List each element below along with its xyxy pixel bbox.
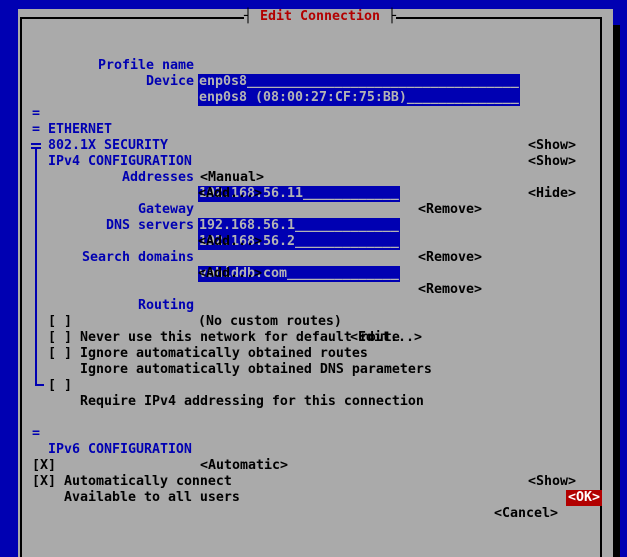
section-ipv4: IPv4 CONFIGURATION <Manual> <Hide> bbox=[0, 138, 627, 154]
device-label: Device bbox=[18, 74, 194, 90]
terminal-screen: ┤ Edit Connection ├ Profile name enp0s8_… bbox=[0, 0, 627, 557]
checkbox-box: [ ] bbox=[48, 346, 72, 362]
dialog-button-row: <Cancel> bbox=[0, 490, 627, 506]
profile-name-row: Profile name enp0s8_____________________… bbox=[0, 42, 627, 58]
cancel-button[interactable]: <Cancel> bbox=[494, 506, 558, 522]
ipv6-show-button[interactable]: <Show> bbox=[528, 474, 576, 490]
addresses-add-row: <Add...> bbox=[0, 170, 627, 186]
addresses-row: Addresses 192.168.56.11____________ <Rem… bbox=[0, 154, 627, 170]
checkbox-automatically-connect[interactable]: [X] Automatically connect bbox=[0, 442, 627, 458]
checkbox-label: Automatically connect bbox=[64, 474, 232, 490]
ok-button[interactable]: <OK> bbox=[566, 490, 602, 506]
checkbox-available-to-all-users[interactable]: [X] Available to all users bbox=[0, 458, 627, 474]
ipv4-section-tree-corner bbox=[35, 384, 44, 386]
checkbox-require-ipv4[interactable]: [ ] Require IPv4 addressing for this con… bbox=[0, 362, 627, 378]
gateway-row: Gateway 192.168.56.1_____________ bbox=[0, 186, 627, 202]
profile-name-input[interactable]: enp0s8__________________________________ bbox=[198, 74, 520, 90]
search-domains-add-button[interactable]: <Add...> bbox=[198, 266, 262, 282]
checkbox-never-default-route[interactable]: [ ] Never use this network for default r… bbox=[0, 298, 627, 314]
section-ethernet: = ETHERNET <Show> bbox=[0, 90, 627, 106]
dialog-title-bar: ┤ Edit Connection ├ bbox=[244, 9, 396, 25]
checkbox-box: [X] bbox=[32, 474, 56, 490]
search-domains-add-row: <Add...> bbox=[0, 250, 627, 266]
section-ipv6: = IPv6 CONFIGURATION <Automatic> <Show> bbox=[0, 410, 627, 426]
checkbox-label: Require IPv4 addressing for this connect… bbox=[80, 394, 424, 410]
section-8021x-security: = 802.1X SECURITY <Show> bbox=[0, 106, 627, 122]
8021x-collapsed-marker: = bbox=[32, 122, 40, 138]
checkbox-ignore-auto-routes[interactable]: [ ] Ignore automatically obtained routes bbox=[0, 314, 627, 330]
checkbox-label: Ignore automatically obtained routes bbox=[80, 346, 368, 362]
dns-servers-row: DNS servers 192.168.56.2_____________ <R… bbox=[0, 202, 627, 218]
title-border-cap-right: ├ bbox=[380, 9, 396, 24]
title-border-cap-left: ┤ bbox=[244, 9, 260, 24]
routing-row: Routing (No custom routes) <Edit...> bbox=[0, 282, 627, 298]
ipv6-collapsed-marker: = bbox=[32, 426, 40, 442]
dns-servers-add-row: <Add...> bbox=[0, 218, 627, 234]
device-row: Device enp0s8 (08:00:27:CF:75:BB)_______… bbox=[0, 58, 627, 74]
search-domains-row: Search domains vahiddb.com______________… bbox=[0, 234, 627, 250]
checkbox-box: [ ] bbox=[48, 378, 72, 394]
ethernet-section-title: ETHERNET bbox=[48, 122, 112, 138]
dialog-title: Edit Connection bbox=[260, 9, 380, 24]
checkbox-ignore-auto-dns[interactable]: [ ] Ignore automatically obtained DNS pa… bbox=[0, 330, 627, 346]
